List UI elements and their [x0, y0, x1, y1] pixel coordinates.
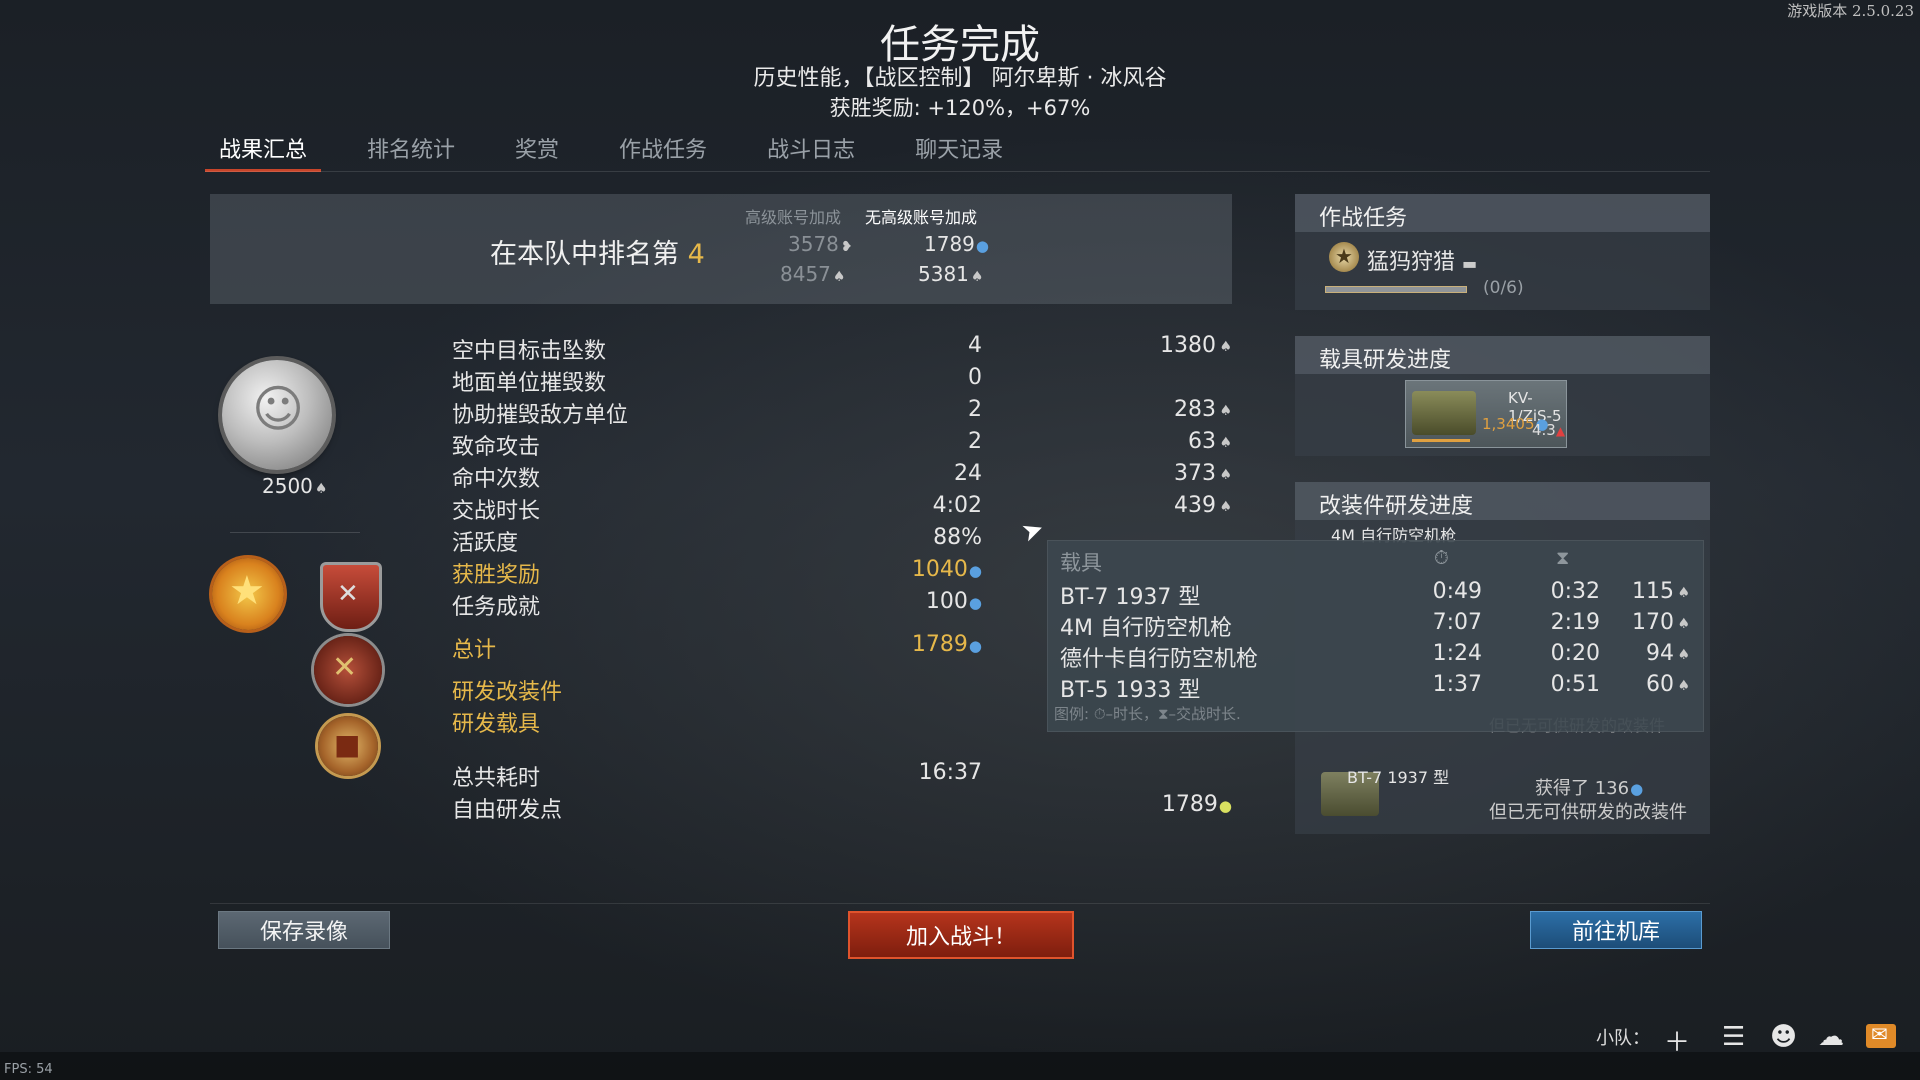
star-medal-icon: ★: [212, 558, 284, 630]
bt7-note: 但已无可供研发的改装件: [1489, 802, 1687, 823]
vehicle-research-header: 载具研发进度: [1295, 336, 1710, 374]
hourglass-icon: ⧗: [1556, 547, 1570, 569]
fps-counter: FPS: 54: [4, 1062, 53, 1077]
silver-lion-icon: ♠: [1219, 499, 1232, 515]
assist-medal-icon: ✕: [314, 636, 382, 704]
stat-row-ground-kills: 地面单位摧毁数 0: [452, 365, 982, 396]
silver-lion-icon: ♠: [970, 268, 984, 285]
vehicle-class-icon: ▲: [1555, 424, 1566, 438]
mission-subtitle: 历史性能，【战区控制】 阿尔卑斯 · 冰风谷: [753, 66, 1167, 91]
result-tabs: 战果汇总 排名统计 奖赏 作战任务 战斗日志 聊天记录: [205, 130, 1017, 172]
tab-battle-log[interactable]: 战斗日志: [753, 130, 869, 172]
tab-missions[interactable]: 作战任务: [605, 130, 721, 172]
silver-lion-icon: ♠: [1677, 585, 1690, 601]
squad-label: 小队：: [1596, 1028, 1650, 1049]
silver-lion-icon: ♠: [1219, 435, 1232, 451]
add-squad-icon[interactable]: ＋: [1664, 1022, 1690, 1059]
tooltip-col-vehicle: 载具: [1060, 551, 1102, 575]
premium-sl: 8457 ♠: [780, 262, 846, 286]
bt7-name: BT-7 1937 型: [1347, 768, 1450, 787]
vehicle-time-tooltip: 载具 ⏱ ⧗ BT-7 1937 型 0:49 0:32 115 ♠ 4M 自行防空机枪…: [1047, 540, 1704, 732]
tooltip-row: 4M 自行防空机枪 7:07 2:19 170 ♠: [1060, 610, 1690, 641]
shield-medal-icon: ✕: [320, 562, 382, 632]
tab-ranking[interactable]: 排名统计: [353, 130, 469, 172]
bt7-gain: 获得了 136●: [1535, 778, 1644, 799]
silver-lion-icon: ♠: [832, 268, 846, 285]
mail-icon[interactable]: ✉: [1866, 1022, 1896, 1048]
tooltip-row: BT-5 1933 型 1:37 0:51 60 ♠: [1060, 672, 1690, 703]
silver-lion-coin-icon: [222, 360, 332, 470]
missions-panel: 作战任务 ★ 猛犸狩猎 ▬ (0/6): [1295, 194, 1710, 310]
silver-lion-icon: ♠: [1219, 403, 1232, 419]
mission-name[interactable]: 猛犸狩猎 ▬: [1367, 244, 1477, 276]
coin-reward: 2500 ♠: [262, 474, 328, 498]
bottom-divider: [210, 903, 1710, 904]
silver-lion-icon: ♠: [1677, 647, 1690, 663]
research-progress-bar: [1412, 439, 1470, 442]
tab-rewards[interactable]: 奖赏: [501, 130, 573, 172]
rp-icon: ●: [968, 562, 982, 580]
stat-row-air-kills: 空中目标击坠数 4 1380 ♠: [452, 333, 1232, 364]
silver-lion-icon: ♠: [1677, 616, 1690, 632]
divider: [230, 532, 360, 533]
mission-progress-text: (0/6): [1483, 278, 1524, 298]
silver-lion-icon: ♠: [1677, 678, 1690, 694]
mission-star-icon: ★: [1329, 242, 1359, 272]
rp-icon: ●: [1630, 780, 1644, 798]
silver-lion-icon: ♠: [1219, 339, 1232, 355]
tank-icon: [1412, 391, 1476, 435]
clock-icon: ⏱: [1434, 547, 1449, 569]
victory-bonus: 获胜奖励: +120%，+67%: [829, 96, 1091, 120]
nopremium-rp: 1789●: [924, 232, 989, 256]
list-icon[interactable]: ☰: [1722, 1022, 1745, 1052]
silver-lion-icon: ♠: [314, 480, 328, 497]
stat-row-critical: 致命攻击 2 63 ♠: [452, 429, 1232, 460]
rp-icon: ❥: [840, 238, 853, 255]
premium-rp: 3578 ❥: [788, 232, 855, 256]
status-band: [0, 1052, 1920, 1080]
join-battle-button[interactable]: 加入战斗！: [848, 911, 1074, 959]
rp-icon: ●: [968, 594, 982, 612]
vehicle-card[interactable]: KV-1/ZiS-5 1,3405● 4.3▲: [1405, 380, 1567, 448]
rank-panel: 在本队中排名第 4 高级账号加成 无高级账号加成 3578 ❥ 1789● 845…: [210, 194, 1232, 304]
mission-progress-bar: [1325, 286, 1467, 293]
mod-research-header: 改装件研发进度: [1295, 482, 1710, 520]
tank-medal-icon: ■: [318, 716, 378, 776]
missions-header: 作战任务: [1295, 194, 1710, 232]
tab-summary[interactable]: 战果汇总: [205, 130, 322, 172]
tooltip-row: BT-7 1937 型 0:49 0:32 115 ♠: [1060, 579, 1690, 610]
stat-row-free-rp: 自由研发点 1789●: [452, 792, 1232, 823]
stat-row-total-time: 总共耗时 16:37: [452, 760, 982, 791]
contacts-icon[interactable]: ☻: [1770, 1022, 1797, 1052]
nopremium-header: 无高级账号加成: [865, 208, 978, 227]
premium-header: 高级账号加成: [745, 208, 842, 227]
save-replay-button[interactable]: 保存录像: [218, 911, 390, 949]
free-rp-icon: ●: [1218, 797, 1232, 815]
tooltip-row: 德什卡自行防空机枪 1:24 0:20 94 ♠: [1060, 641, 1690, 672]
silver-lion-icon: ♠: [1219, 467, 1232, 483]
stat-row-assists: 协助摧毁敌方单位 2 283 ♠: [452, 397, 1232, 428]
tab-chat-log[interactable]: 聊天记录: [901, 130, 1017, 172]
vehicle-research-panel: 载具研发进度 KV-1/ZiS-5 1,3405● 4.3▲: [1295, 336, 1710, 456]
stat-row-combat-time: 交战时长 4:02 439 ♠: [452, 493, 1232, 524]
stat-row-hits: 命中次数 24 373 ♠: [452, 461, 1232, 492]
team-rank: 在本队中排名第 4: [490, 239, 705, 270]
tank-icon: ▬: [1462, 254, 1478, 273]
tooltip-legend: 图例: ⏱–时长，⧗–交战时长.: [1054, 705, 1241, 723]
go-hangar-button[interactable]: 前往机库: [1530, 911, 1702, 949]
vehicle-br: 4.3▲: [1532, 421, 1566, 439]
nopremium-sl: 5381 ♠: [918, 262, 984, 286]
rp-icon: ●: [968, 637, 982, 655]
rp-icon: ●: [975, 237, 989, 255]
tab-divider: [205, 171, 1710, 172]
chat-icon[interactable]: ☁: [1818, 1022, 1844, 1052]
